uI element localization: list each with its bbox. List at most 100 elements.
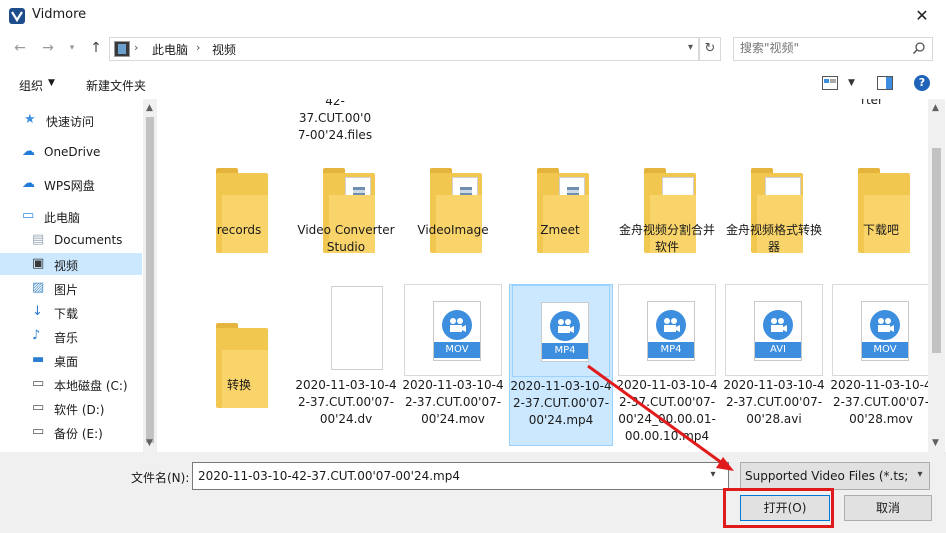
window-title: Vidmore bbox=[32, 7, 87, 22]
cancel-button[interactable]: 取消 bbox=[844, 495, 932, 521]
sidebar-item-label: 快速访问 bbox=[46, 115, 95, 129]
up-arrow-icon[interactable]: ↑ bbox=[86, 38, 106, 58]
sidebar-item[interactable]: ▨ 图片 bbox=[0, 277, 142, 299]
sidebar-item-label: 本地磁盘 (C:) bbox=[54, 379, 128, 393]
breadcrumb-videos[interactable]: 视频 bbox=[212, 41, 236, 58]
sidebar-item[interactable]: ▭ 此电脑 bbox=[0, 205, 142, 227]
file-item[interactable]: AVI 2020-11-03-10-42-37.CUT.00'07-00'28.a… bbox=[723, 284, 825, 444]
organize-chevron-down-icon[interactable]: ▼ bbox=[48, 78, 55, 88]
file-type-filter-value: Supported Video Files (*.ts; bbox=[745, 469, 909, 483]
folder-item[interactable]: VideoImage bbox=[402, 129, 504, 289]
video-folder-icon: ▣ bbox=[32, 256, 45, 271]
desktop-icon: ▬ bbox=[32, 352, 45, 367]
breadcrumb-separator: › bbox=[134, 41, 139, 54]
folder-item[interactable]: ♪金舟视频格式转换器 bbox=[723, 129, 825, 289]
video-file-icon: MP4 bbox=[647, 301, 695, 361]
close-button[interactable]: ✕ bbox=[903, 3, 941, 29]
nav-scroll-down-icon[interactable]: ▼ bbox=[146, 438, 153, 448]
file-name: records bbox=[216, 223, 262, 237]
sidebar-item[interactable]: ▤ Documents bbox=[0, 229, 142, 251]
format-badge: MP4 bbox=[648, 342, 694, 358]
app-logo-icon bbox=[9, 8, 25, 24]
folder-item[interactable]: 下载吧 bbox=[830, 129, 928, 289]
sidebar-item[interactable]: ▭ 备份 (E:) bbox=[0, 421, 142, 443]
view-options-icon[interactable] bbox=[822, 76, 838, 90]
sidebar-item[interactable]: ☁ OneDrive bbox=[0, 141, 142, 163]
sidebar-item-label: 下载 bbox=[54, 307, 79, 321]
search-input[interactable] bbox=[740, 41, 900, 55]
video-file-icon: MOV bbox=[861, 301, 909, 361]
nav-scrollbar-thumb[interactable] bbox=[146, 117, 154, 443]
thumbnail bbox=[295, 129, 397, 253]
folder-icon bbox=[537, 168, 589, 253]
cloud-icon: ☁ bbox=[22, 176, 35, 191]
sidebar-item-label: OneDrive bbox=[44, 145, 101, 159]
thumbnail bbox=[188, 129, 290, 253]
file-scroll-up-icon[interactable]: ▲ bbox=[932, 103, 939, 113]
file-item[interactable]: MOV 2020-11-03-10-42-37.CUT.00'07-00'24.m… bbox=[402, 284, 504, 444]
file-name: 2020-11-03-10-42-37.CUT.00'07-00'24.dv bbox=[295, 378, 397, 426]
address-chevron-down-icon[interactable]: ▾ bbox=[684, 38, 697, 58]
sidebar-item-label: 视频 bbox=[54, 259, 79, 273]
sidebar-item[interactable]: ▭ 本地磁盘 (C:) bbox=[0, 373, 142, 395]
thumbnail bbox=[616, 129, 718, 253]
format-badge: MOV bbox=[862, 342, 908, 358]
recent-chevron-down-icon[interactable]: ▾ bbox=[62, 38, 82, 58]
filename-input[interactable]: 2020-11-03-10-42-37.CUT.00'07-00'24.mp4 bbox=[192, 462, 729, 490]
search-icon bbox=[912, 42, 925, 55]
file-type-filter[interactable]: Supported Video Files (*.ts; bbox=[740, 462, 930, 490]
filter-chevron-down-icon[interactable]: ▾ bbox=[914, 463, 926, 487]
preview-pane-icon[interactable] bbox=[877, 76, 893, 90]
back-arrow-icon[interactable]: ← bbox=[10, 38, 30, 58]
file-scrollbar-thumb[interactable] bbox=[932, 148, 941, 353]
search-box[interactable] bbox=[733, 37, 933, 61]
new-folder-button[interactable]: 新建文件夹 bbox=[86, 77, 146, 94]
view-chevron-down-icon[interactable]: ▼ bbox=[848, 78, 855, 88]
breadcrumb-this-pc[interactable]: 此电脑 bbox=[152, 41, 188, 58]
folder-item[interactable]: 转换 bbox=[188, 284, 290, 444]
sidebar-item[interactable]: ☁ WPS网盘 bbox=[0, 173, 142, 195]
sidebar-item[interactable]: ▬ 桌面 bbox=[0, 349, 142, 371]
refresh-icon[interactable]: ↻ bbox=[699, 37, 721, 61]
file-scroll-down-icon[interactable]: ▼ bbox=[932, 438, 939, 448]
nav-scroll-up-icon[interactable]: ▲ bbox=[146, 103, 153, 113]
file-item[interactable]: MP4 2020-11-03-10-42-37.CUT.00'07-00'24.m… bbox=[509, 284, 613, 446]
drive-icon: ▭ bbox=[32, 424, 45, 439]
format-badge: AVI bbox=[755, 342, 801, 358]
breadcrumb-separator: › bbox=[196, 41, 201, 54]
thumbnail bbox=[830, 129, 928, 253]
file-item[interactable]: 2020-11-03-10-42-37.CUT.00'07-00'24.dv bbox=[295, 284, 397, 444]
drive-icon: ▭ bbox=[32, 400, 45, 415]
file-item[interactable]: MOV 2020-11-03-10-42-37.CUT.00'07-00'28.m… bbox=[830, 284, 928, 444]
filename-chevron-down-icon[interactable]: ▾ bbox=[702, 463, 724, 487]
file-name: 2020-11-03-10-42-37.CUT.00'07-00'28.avi bbox=[723, 378, 825, 426]
sidebar-item[interactable]: ▭ 软件 (D:) bbox=[0, 397, 142, 419]
filename-value: 2020-11-03-10-42-37.CUT.00'07-00'24.mp4 bbox=[198, 469, 460, 483]
folder-item[interactable]: records bbox=[188, 129, 290, 289]
music-icon: ♪ bbox=[32, 328, 41, 343]
blank-file-icon bbox=[331, 286, 383, 370]
sidebar-item[interactable]: ↓ 下载 bbox=[0, 301, 142, 323]
help-button[interactable]: ? bbox=[914, 75, 930, 91]
thumbnail: ♪ bbox=[723, 129, 825, 253]
file-name: Video Converter Studio bbox=[297, 223, 395, 254]
star-icon: ★ bbox=[24, 112, 36, 127]
file-item[interactable]: MP4 2020-11-03-10-42-37.CUT.00'07-00'24_0… bbox=[616, 284, 718, 444]
organize-button[interactable]: 组织 bbox=[19, 77, 43, 94]
folder-item[interactable]: Video Converter Studio bbox=[295, 129, 397, 289]
folder-icon bbox=[430, 168, 482, 253]
folder-item[interactable]: Zmeet bbox=[509, 129, 611, 289]
file-name: 2020-11-03-10-42-37.CUT.00'07-00'24.mp4 bbox=[510, 379, 612, 427]
sidebar-item[interactable]: ▣ 视频 bbox=[0, 253, 142, 275]
sidebar-item[interactable]: ★ 快速访问 bbox=[0, 109, 142, 131]
thumbnail: MOV bbox=[402, 284, 504, 376]
sidebar-item-label: 软件 (D:) bbox=[54, 403, 105, 417]
address-bar[interactable]: › 此电脑 › 视频 bbox=[109, 37, 699, 61]
folder-icon bbox=[216, 168, 268, 253]
sidebar-item[interactable]: ♪ 音乐 bbox=[0, 325, 142, 347]
partial-file-name[interactable]: rter bbox=[857, 99, 887, 107]
forward-arrow-icon[interactable]: → bbox=[38, 38, 58, 58]
folder-item[interactable]: 金舟视频分割合并软件 bbox=[616, 129, 718, 289]
file-name: 金舟视频分割合并软件 bbox=[618, 223, 715, 254]
file-name: 2020-11-03-10-42-37.CUT.00'07-00'24_00.0… bbox=[616, 378, 718, 443]
